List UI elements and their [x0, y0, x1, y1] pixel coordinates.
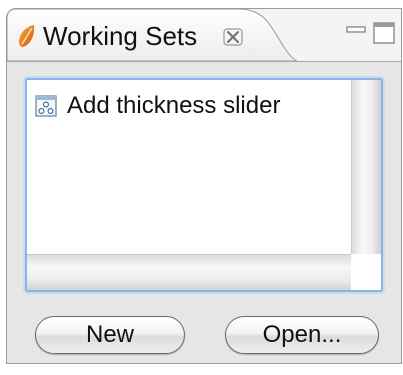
list-item[interactable]: Add thickness slider: [35, 90, 280, 122]
maximize-icon[interactable]: [373, 22, 395, 44]
working-set-icon: [35, 95, 57, 117]
working-sets-view: Working Sets Add thickness slider New Op…: [6, 8, 402, 364]
working-sets-list[interactable]: Add thickness slider: [25, 78, 383, 292]
close-x-icon[interactable]: [223, 28, 243, 46]
list-area[interactable]: Add thickness slider: [27, 80, 351, 254]
view-tab-bar: Working Sets: [7, 9, 401, 61]
orange-leaf-icon: [17, 24, 37, 48]
horizontal-scrollbar[interactable]: [27, 254, 351, 290]
view-content: Add thickness slider New Open...: [7, 61, 401, 363]
new-button[interactable]: New: [35, 316, 185, 354]
tab-title: Working Sets: [43, 21, 198, 51]
open-button[interactable]: Open...: [225, 316, 379, 354]
working-sets-tab[interactable]: Working Sets: [7, 9, 297, 61]
minimize-icon[interactable]: [346, 22, 366, 33]
vertical-scrollbar[interactable]: [351, 80, 381, 254]
list-item-label: Add thickness slider: [67, 92, 281, 119]
scrollbar-corner: [351, 254, 381, 290]
